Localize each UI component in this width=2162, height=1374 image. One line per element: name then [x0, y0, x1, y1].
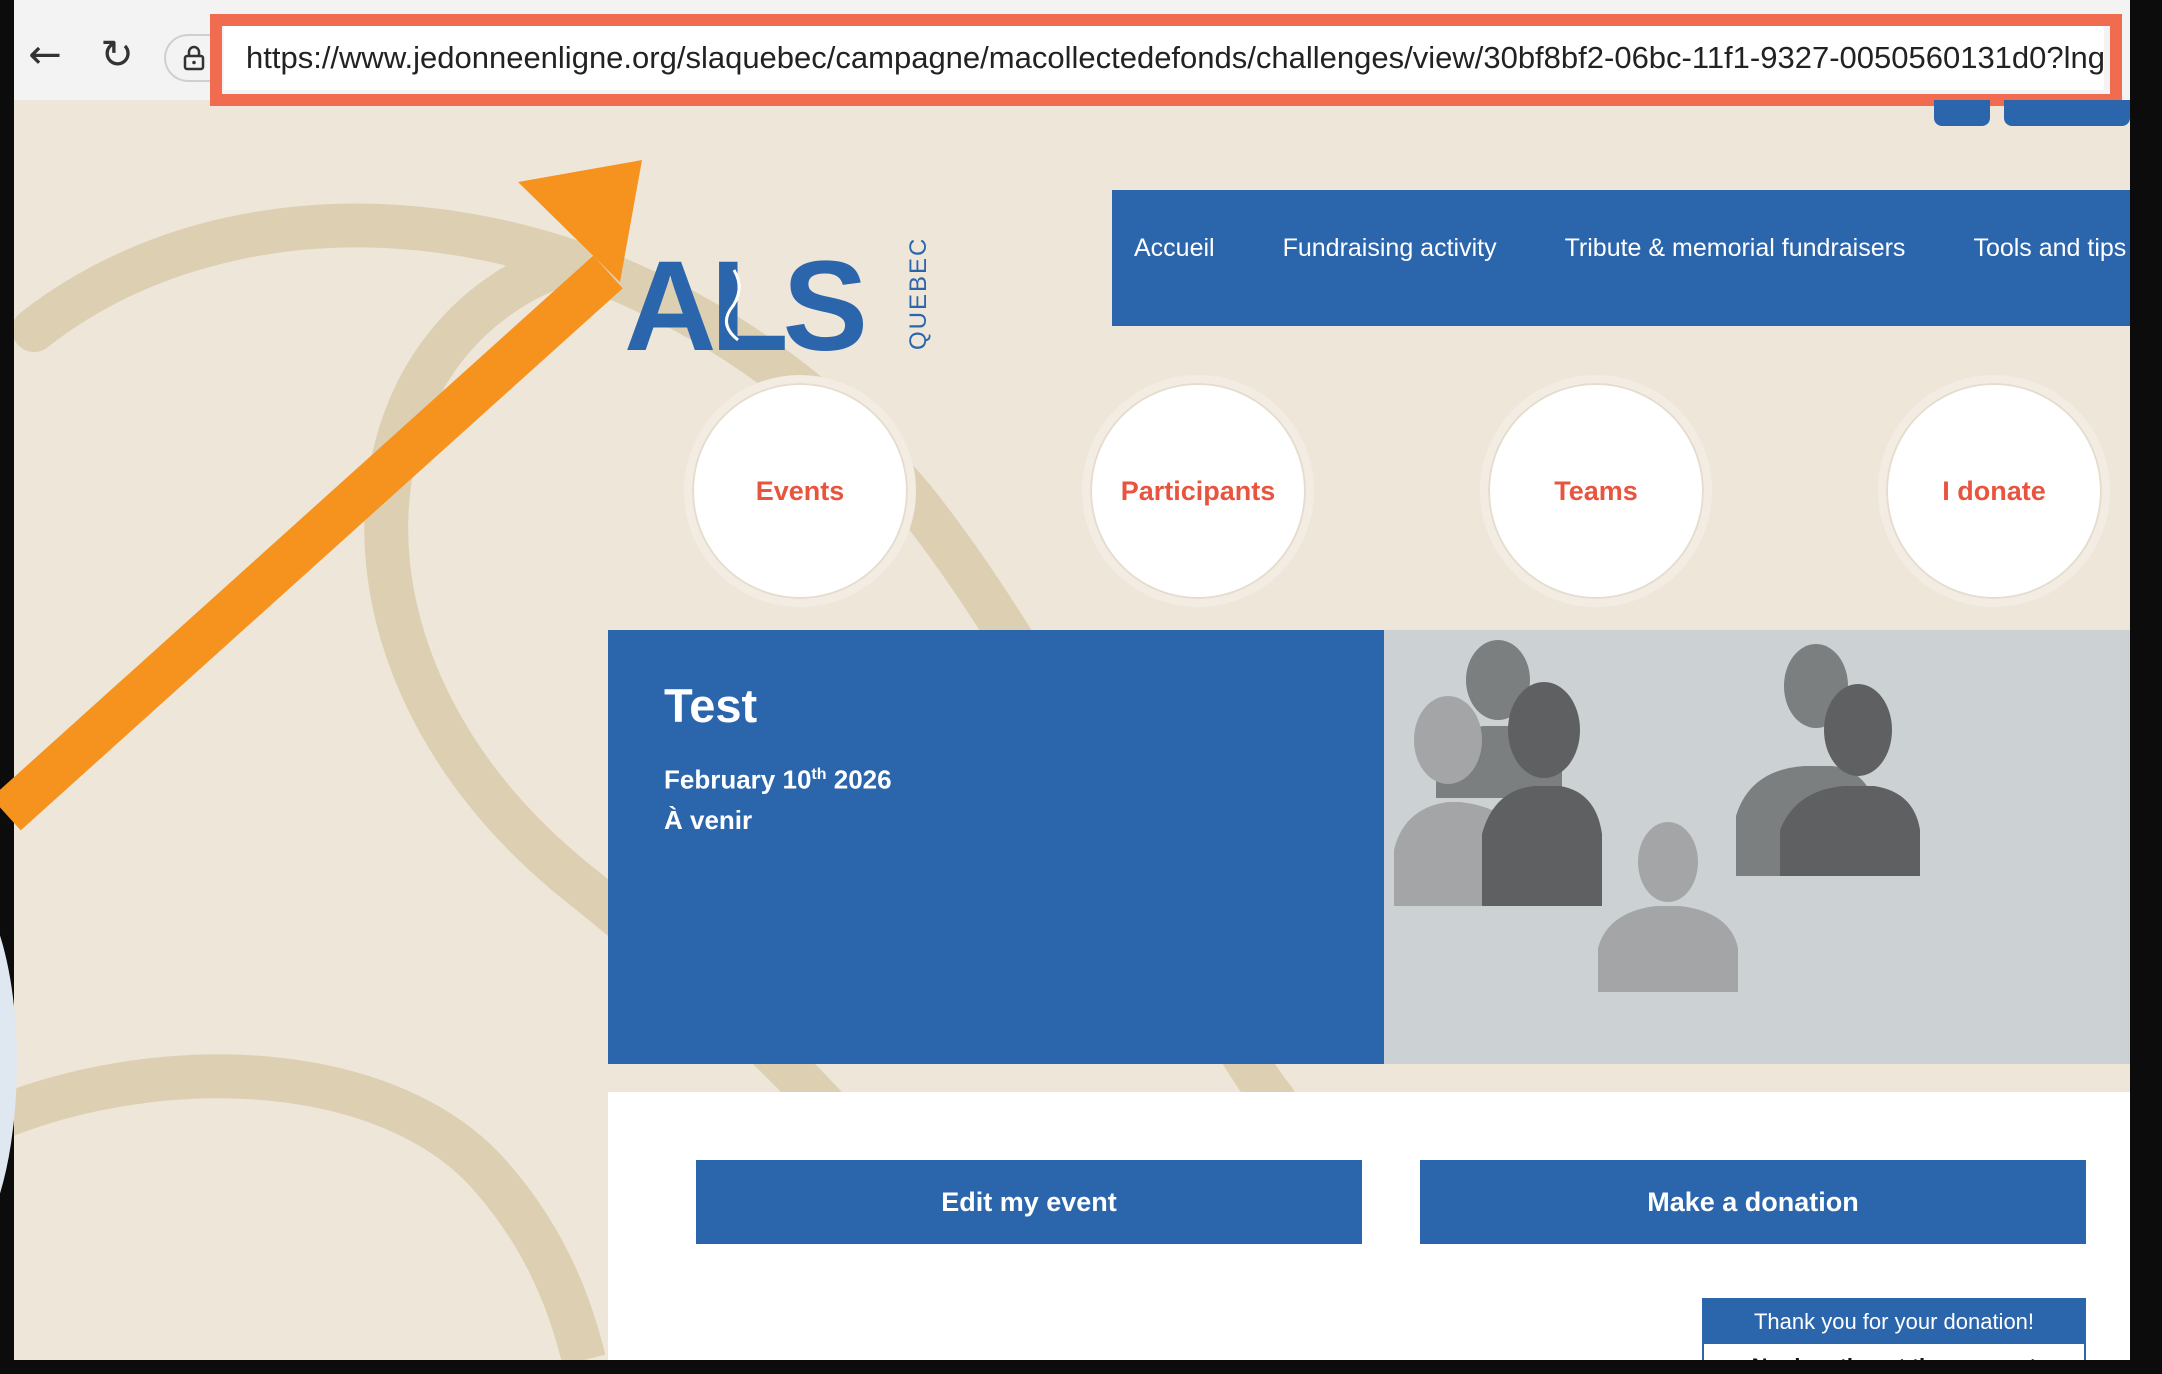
lock-icon[interactable]: [164, 34, 222, 82]
main-navigation: Accueil Fundraising activity Tribute & m…: [1112, 190, 2130, 326]
address-bar[interactable]: https://www.jedonneenligne.org/slaquebec…: [224, 26, 2104, 90]
screenshot-frame: ← ↻ https://www.jedonneenligne.org/slaqu…: [0, 0, 2162, 1374]
event-title: Test: [664, 679, 758, 732]
thanks-header: Thank you for your donation!: [1704, 1300, 2084, 1344]
nav-item-tools-tips[interactable]: Tools and tips: [1973, 234, 2126, 263]
svg-text:QUEBEC: QUEBEC: [905, 240, 932, 350]
svg-text:ALS: ALS: [624, 240, 864, 365]
nav-item-accueil[interactable]: Accueil: [1134, 234, 1215, 263]
teams-circle-button[interactable]: Teams: [1480, 375, 1712, 607]
event-status: À venir: [664, 804, 753, 835]
arrow-left-icon[interactable]: ←: [20, 30, 70, 80]
participants-placeholder-image: [1384, 630, 2130, 1064]
language-toggle[interactable]: [1934, 100, 1990, 126]
make-donation-button[interactable]: Make a donation: [1420, 1160, 2086, 1244]
donation-thanks-box: Thank you for your donation! No donation…: [1702, 1298, 2086, 1360]
events-circle-button[interactable]: Events: [684, 375, 916, 607]
browser-toolbar: ← ↻ https://www.jedonneenligne.org/slaqu…: [14, 0, 2130, 100]
donation-status-text: No donation at the moment: [1704, 1344, 2084, 1360]
nav-item-tribute-memorial[interactable]: Tribute & memorial fundraisers: [1565, 234, 1906, 263]
header-login-button[interactable]: [2004, 100, 2130, 126]
participants-circle-button[interactable]: Participants: [1082, 375, 1314, 607]
donate-circle-button[interactable]: I donate: [1878, 375, 2110, 607]
als-quebec-logo: ALS QUEBEC: [624, 240, 932, 365]
browser-window: ← ↻ https://www.jedonneenligne.org/slaqu…: [14, 0, 2130, 1360]
reload-icon[interactable]: ↻: [92, 30, 142, 80]
event-actions-panel: Edit my event Make a donation Thank you …: [608, 1092, 2130, 1360]
silhouette-icon: [1394, 640, 1920, 992]
event-date: February 10th 2026: [664, 764, 892, 795]
nav-item-fundraising-activity[interactable]: Fundraising activity: [1283, 234, 1497, 263]
edit-event-button[interactable]: Edit my event: [696, 1160, 1362, 1244]
event-summary-panel: Test February 10th 2026 À venir: [608, 630, 1384, 1064]
